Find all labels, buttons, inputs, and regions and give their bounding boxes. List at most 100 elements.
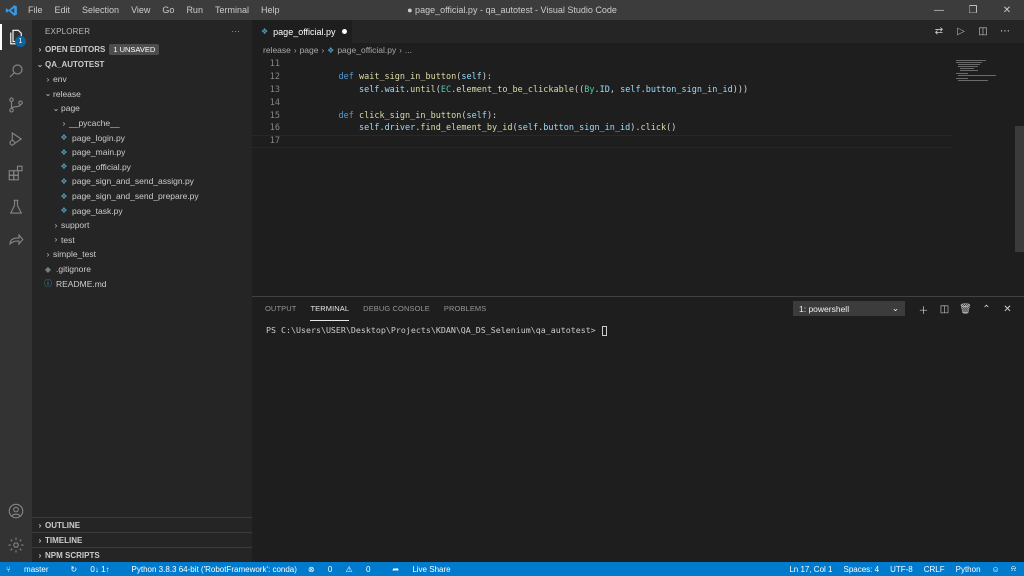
testing-flask-icon[interactable]: [0, 190, 32, 224]
open-changes-icon[interactable]: ⇄: [928, 26, 950, 37]
live-share-item[interactable]: ➦ Live Share: [392, 565, 461, 574]
breadcrumb-more[interactable]: ...: [405, 45, 412, 55]
tree-item-label: test: [61, 234, 75, 245]
tree-folder[interactable]: › support: [32, 218, 252, 233]
tree-folder[interactable]: › simple_test: [32, 247, 252, 262]
outline-label: OUTLINE: [45, 520, 81, 530]
problems-item[interactable]: ⊗ 0 ⚠ 0: [308, 565, 381, 574]
encoding[interactable]: UTF-8: [890, 565, 913, 574]
new-terminal-icon[interactable]: ＋: [913, 302, 934, 317]
tree-folder[interactable]: › env: [32, 72, 252, 87]
open-editors-section[interactable]: › OPEN EDITORS 1 UNSAVED: [32, 42, 252, 57]
tree-item-label: page: [61, 103, 80, 114]
menu-file[interactable]: File: [22, 0, 49, 20]
extensions-icon[interactable]: [0, 156, 32, 190]
menu-run[interactable]: Run: [180, 0, 209, 20]
terminal-select[interactable]: 1: powershell ⌄: [793, 301, 905, 316]
menu-go[interactable]: Go: [156, 0, 180, 20]
tree-folder[interactable]: › test: [32, 233, 252, 248]
code-line[interactable]: 13 self.wait.until(EC.element_to_be_clic…: [252, 84, 952, 97]
tab-output[interactable]: OUTPUT: [265, 297, 296, 321]
code-line[interactable]: 14: [252, 96, 952, 109]
close-icon[interactable]: ✕: [990, 0, 1024, 20]
line-number: 12: [269, 72, 280, 83]
python-interpreter[interactable]: Python 3.8.3 64-bit ('RobotFramework': c…: [132, 565, 297, 574]
editor-scrollbar[interactable]: [1015, 58, 1024, 296]
live-share-icon[interactable]: [0, 224, 32, 258]
more-actions-icon[interactable]: ⋯: [994, 26, 1016, 37]
trash-icon[interactable]: 🗑︎: [955, 304, 976, 315]
split-editor-icon[interactable]: ◫: [972, 26, 994, 37]
vscode-logo-icon: [0, 0, 22, 20]
terminal-output[interactable]: PS C:\Users\USER\Desktop\Projects\KDAN\Q…: [266, 325, 607, 336]
minimap[interactable]: [952, 58, 1012, 298]
breadcrumb-file[interactable]: page_official.py: [337, 45, 396, 55]
menu-help[interactable]: Help: [255, 0, 286, 20]
explorer-more-icon[interactable]: ···: [231, 27, 240, 36]
maximize-panel-icon[interactable]: ⌃: [976, 304, 997, 315]
minimize-icon[interactable]: —: [922, 0, 956, 20]
language-mode[interactable]: Python: [956, 565, 981, 574]
code-line[interactable]: 15 def click_sign_in_button(self):: [252, 109, 952, 122]
tree-file[interactable]: ❖ page_sign_and_send_prepare.py: [32, 189, 252, 204]
search-icon[interactable]: [0, 54, 32, 88]
code-line[interactable]: 16 self.driver.find_element_by_id(self.b…: [252, 122, 952, 135]
tree-file[interactable]: ⓘ README.md: [32, 276, 252, 291]
menu-bar: File Edit Selection View Go Run Terminal…: [22, 0, 285, 20]
close-panel-icon[interactable]: ✕: [997, 304, 1018, 315]
code-line[interactable]: 12 def wait_sign_in_button(self):: [252, 71, 952, 84]
explorer-icon[interactable]: 1: [0, 20, 32, 54]
notifications-bell-icon[interactable]: ⍾: [1011, 564, 1016, 574]
menu-terminal[interactable]: Terminal: [209, 0, 255, 20]
code-line[interactable]: 17: [252, 134, 952, 148]
timeline-label: TIMELINE: [45, 535, 83, 545]
tree-file[interactable]: ◆ .gitignore: [32, 262, 252, 277]
tab-debug-console[interactable]: DEBUG CONSOLE: [363, 297, 430, 321]
breadcrumb-page[interactable]: page: [300, 45, 319, 55]
line-number: 15: [269, 110, 280, 121]
explorer-badge: 1: [15, 36, 26, 47]
tab-terminal[interactable]: TERMINAL: [310, 297, 350, 321]
tab-problems[interactable]: PROBLEMS: [444, 297, 486, 321]
scrollbar-thumb[interactable]: [1015, 126, 1024, 252]
settings-gear-icon[interactable]: [0, 528, 32, 562]
tree-file[interactable]: ❖ page_task.py: [32, 203, 252, 218]
tree-item-label: page_official.py: [72, 161, 131, 172]
line-ending[interactable]: CRLF: [924, 565, 945, 574]
tree-file[interactable]: ❖ page_main.py: [32, 145, 252, 160]
outline-section[interactable]: › OUTLINE: [32, 517, 252, 532]
tab-page-official[interactable]: ❖ page_official.py: [252, 20, 352, 43]
cursor-position[interactable]: Ln 17, Col 1: [789, 565, 832, 574]
split-terminal-icon[interactable]: ◫: [934, 304, 955, 315]
menu-view[interactable]: View: [125, 0, 156, 20]
indentation[interactable]: Spaces: 4: [843, 565, 879, 574]
timeline-section[interactable]: › TIMELINE: [32, 532, 252, 547]
tree-file[interactable]: ❖ page_sign_and_send_assign.py: [32, 174, 252, 189]
npm-scripts-section[interactable]: › NPM SCRIPTS: [32, 547, 252, 562]
panel-tabs: OUTPUT TERMINAL DEBUG CONSOLE PROBLEMS: [258, 297, 493, 321]
project-root-section[interactable]: ⌄ QA_AUTOTEST: [32, 57, 252, 72]
unsaved-dot-icon[interactable]: [341, 29, 347, 34]
sync-item[interactable]: ↻ 0↓ 1↑: [70, 565, 120, 574]
menu-selection[interactable]: Selection: [76, 0, 125, 20]
restore-icon[interactable]: ❐: [956, 0, 990, 20]
feedback-icon[interactable]: ☺: [992, 565, 1000, 574]
account-icon[interactable]: [0, 494, 32, 528]
run-debug-icon[interactable]: [0, 122, 32, 156]
tree-folder[interactable]: ⌄ page: [32, 101, 252, 116]
tree-folder[interactable]: ⌄ release: [32, 87, 252, 102]
code-editor[interactable]: 11 12 def wait_sign_in_button(self): 13 se…: [252, 58, 952, 148]
run-file-icon[interactable]: ▷: [950, 26, 972, 37]
python-file-icon: ❖: [327, 45, 335, 55]
chevron-right-icon: ›: [46, 74, 50, 84]
branch-item[interactable]: ⑂ master: [6, 565, 59, 574]
python-file-icon: ❖: [60, 147, 68, 157]
code-line[interactable]: 11: [252, 58, 952, 71]
tree-file[interactable]: ❖ page_official.py: [32, 160, 252, 175]
tree-folder[interactable]: › __pycache__: [32, 116, 252, 131]
breadcrumb-release[interactable]: release: [263, 45, 291, 55]
source-control-icon[interactable]: [0, 88, 32, 122]
menu-edit[interactable]: Edit: [49, 0, 77, 20]
tree-file[interactable]: ❖ page_login.py: [32, 130, 252, 145]
live-share-icon: ➦: [392, 564, 402, 574]
